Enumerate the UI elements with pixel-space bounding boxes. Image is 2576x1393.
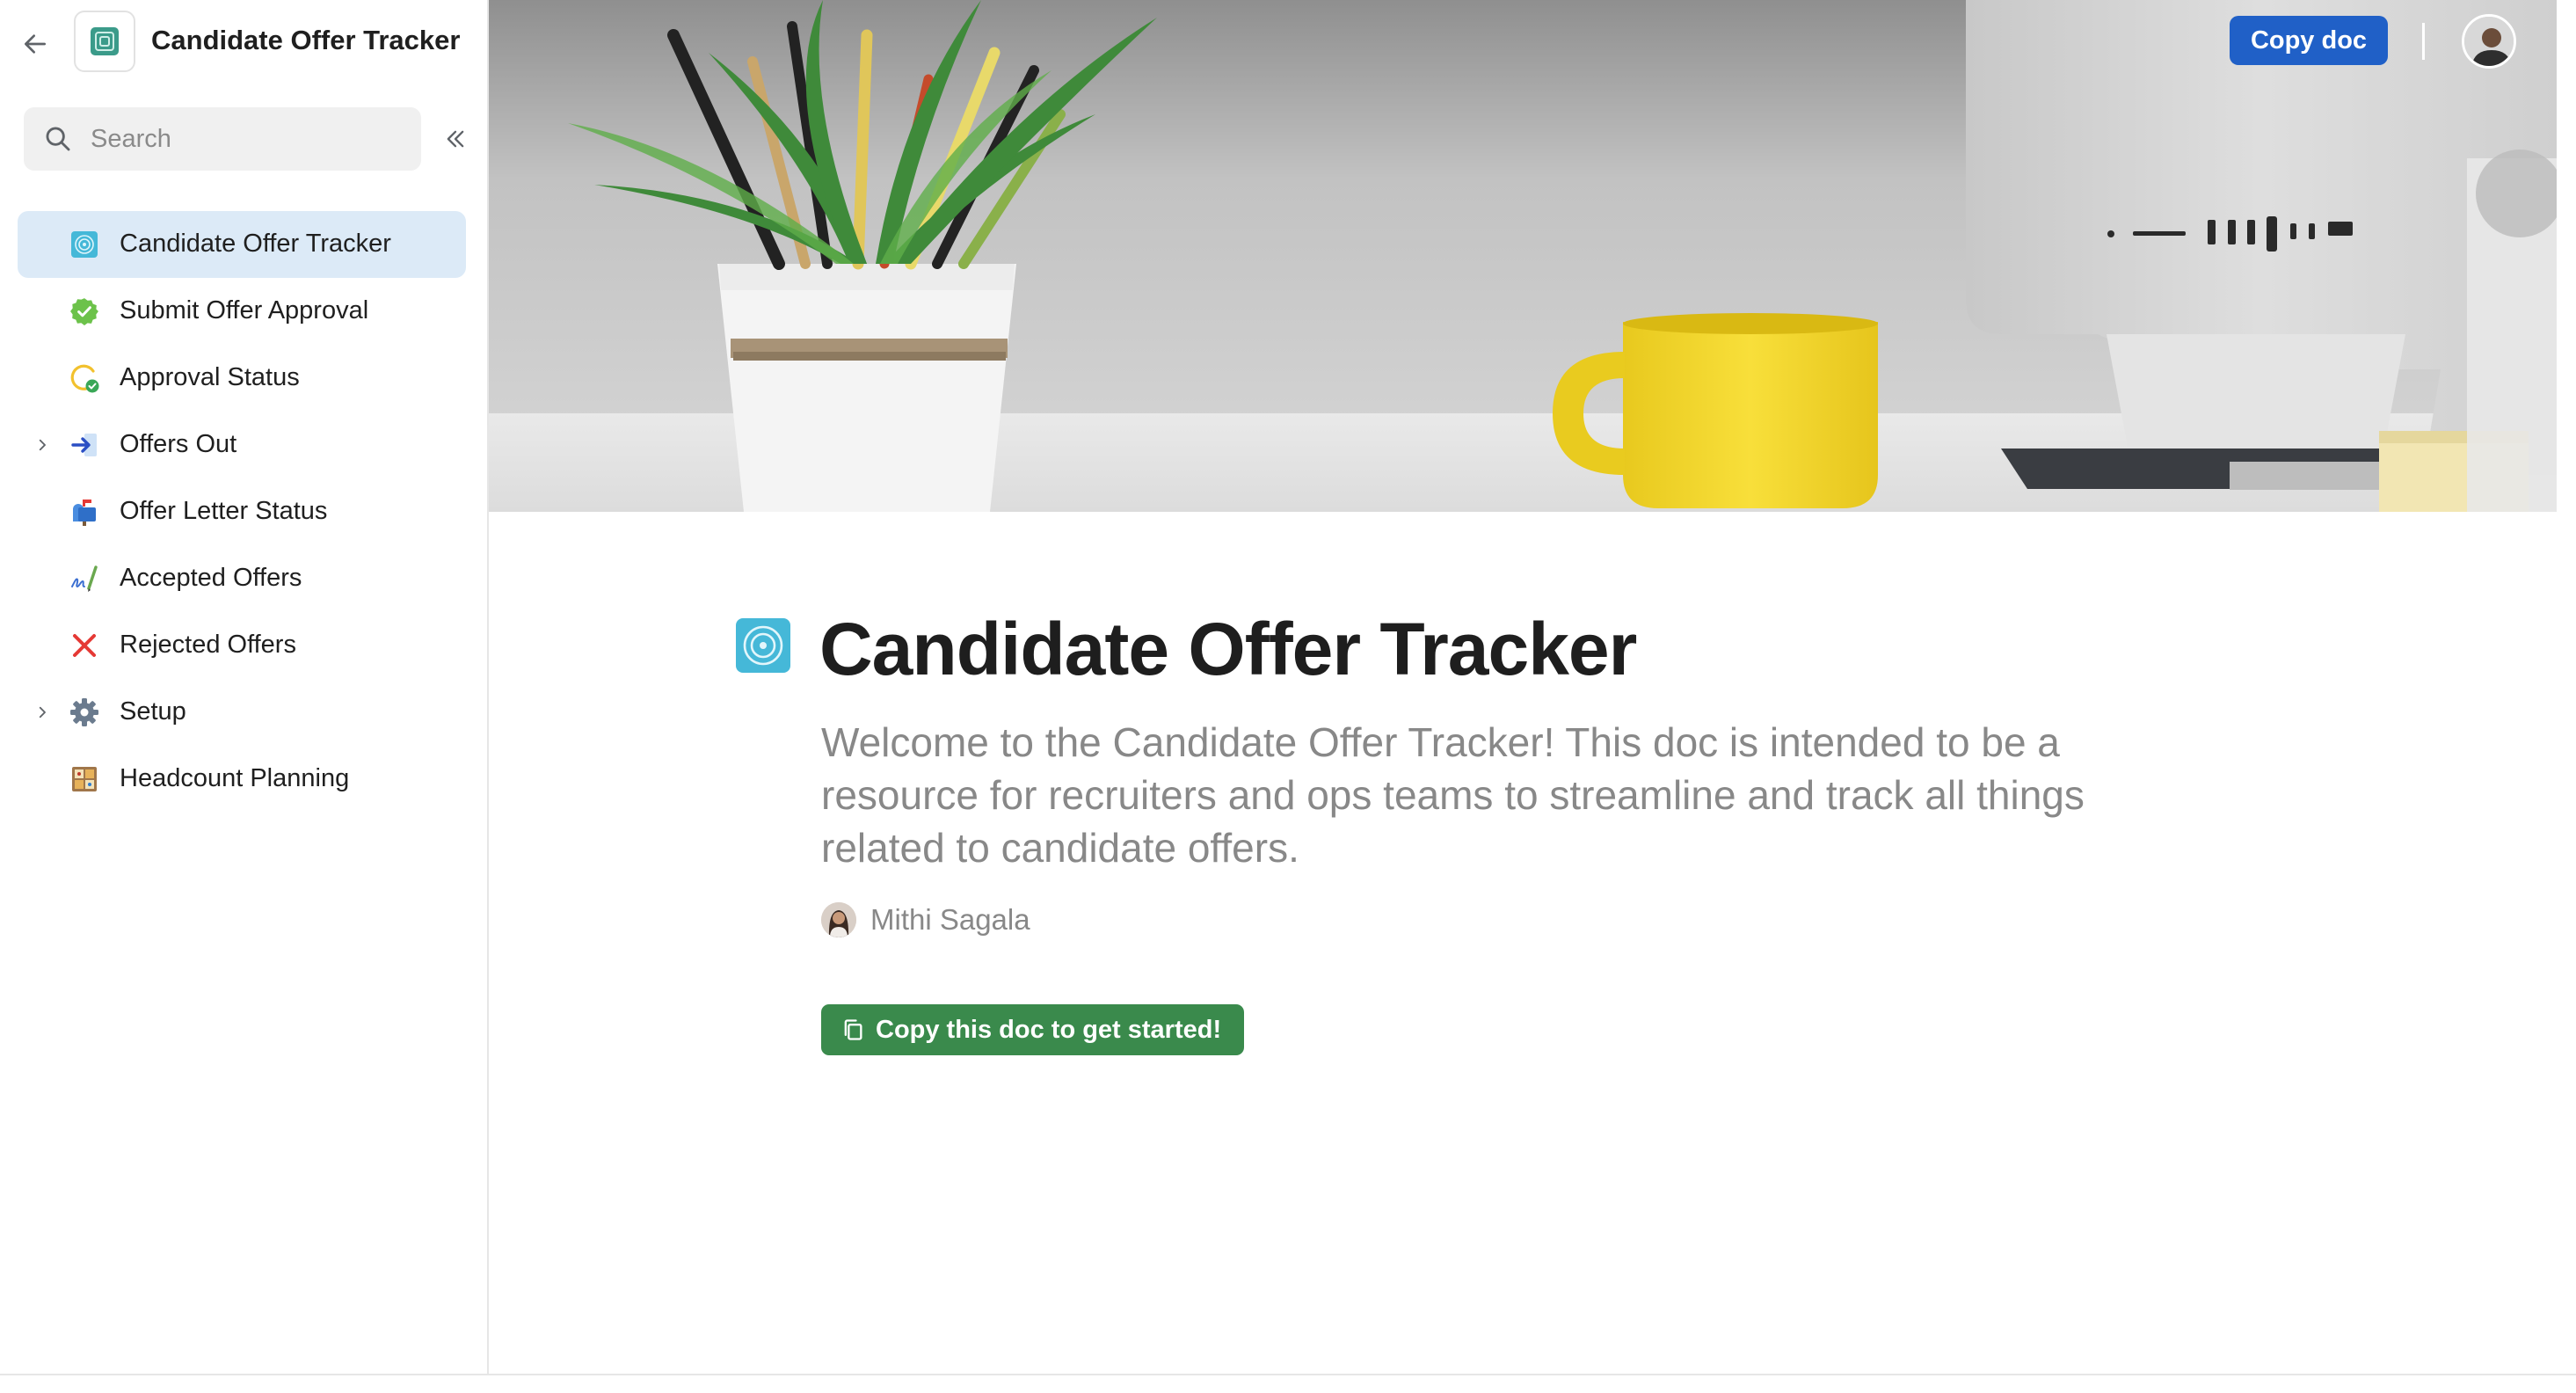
- search-icon: [43, 121, 78, 157]
- sidebar-item-submit-offer-approval[interactable]: Submit Offer Approval: [18, 278, 466, 345]
- sidebar-item-label: Accepted Offers: [120, 564, 302, 592]
- collapse-sidebar-button[interactable]: [438, 121, 473, 157]
- sidebar-nav: Candidate Offer Tracker Submit Offer App…: [18, 211, 466, 813]
- bottom-border: [0, 1374, 2576, 1375]
- sidebar-header: Candidate Offer Tracker: [0, 0, 489, 84]
- target-icon: [736, 618, 790, 673]
- copy-icon: [840, 1017, 867, 1043]
- target-icon: [69, 229, 100, 260]
- sidebar: Candidate Offer Tracker Candi: [0, 0, 489, 1375]
- red-x-icon: [69, 630, 100, 661]
- sidebar-item-setup[interactable]: Setup: [18, 679, 466, 746]
- doc-icon[interactable]: [74, 11, 135, 72]
- author[interactable]: Mithi Sagala: [821, 902, 1030, 937]
- desk-photo: [489, 0, 2557, 512]
- sidebar-item-headcount-planning[interactable]: Headcount Planning: [18, 746, 466, 813]
- sidebar-item-label: Rejected Offers: [120, 631, 296, 659]
- header-divider: [2422, 23, 2425, 60]
- signature-pen-icon: [69, 563, 100, 594]
- mailbox-icon: [69, 496, 100, 528]
- copy-doc-button[interactable]: Copy doc: [2230, 16, 2388, 65]
- sidebar-item-accepted-offers[interactable]: Accepted Offers: [18, 545, 466, 612]
- sidebar-item-label: Submit Offer Approval: [120, 296, 369, 325]
- arrow-left-icon: [25, 34, 46, 54]
- sidebar-item-label: Offers Out: [120, 430, 237, 458]
- pending-check-icon: [69, 362, 100, 394]
- page-subtitle: Welcome to the Candidate Offer Tracker! …: [821, 719, 2085, 871]
- sidebar-item-candidate-offer-tracker[interactable]: Candidate Offer Tracker: [18, 211, 466, 278]
- doc-title: Candidate Offer Tracker: [151, 25, 461, 55]
- cta-label: Copy this doc to get started!: [876, 1015, 1222, 1044]
- verified-badge-icon: [69, 295, 100, 327]
- cover-image: [489, 0, 2557, 512]
- chevron-right-icon[interactable]: [32, 702, 53, 723]
- author-avatar: [821, 902, 856, 937]
- sidebar-item-offer-letter-status[interactable]: Offer Letter Status: [18, 478, 466, 545]
- sidebar-item-label: Offer Letter Status: [120, 497, 328, 525]
- chevron-right-icon[interactable]: [32, 434, 53, 456]
- gear-icon: [69, 696, 100, 728]
- sidebar-item-label: Headcount Planning: [120, 764, 350, 792]
- sidebar-item-label: Candidate Offer Tracker: [120, 230, 391, 258]
- search-box[interactable]: [24, 107, 421, 171]
- avatar[interactable]: [2462, 14, 2516, 69]
- copy-this-doc-button[interactable]: Copy this doc to get started!: [821, 1004, 1245, 1055]
- target-icon: [91, 27, 119, 55]
- arrow-right-icon: [69, 429, 100, 461]
- sidebar-item-label: Approval Status: [120, 363, 300, 391]
- sidebar-item-offers-out[interactable]: Offers Out: [18, 412, 466, 478]
- sidebar-item-rejected-offers[interactable]: Rejected Offers: [18, 612, 466, 679]
- double-chevron-left-icon: [447, 130, 464, 148]
- back-button[interactable]: [16, 25, 55, 63]
- page-title: Candidate Offer Tracker: [819, 608, 1637, 690]
- search-input[interactable]: [89, 123, 405, 155]
- sidebar-item-label: Setup: [120, 697, 186, 726]
- planning-board-icon: [69, 763, 100, 795]
- sidebar-item-approval-status[interactable]: Approval Status: [18, 345, 466, 412]
- author-name: Mithi Sagala: [870, 903, 1030, 936]
